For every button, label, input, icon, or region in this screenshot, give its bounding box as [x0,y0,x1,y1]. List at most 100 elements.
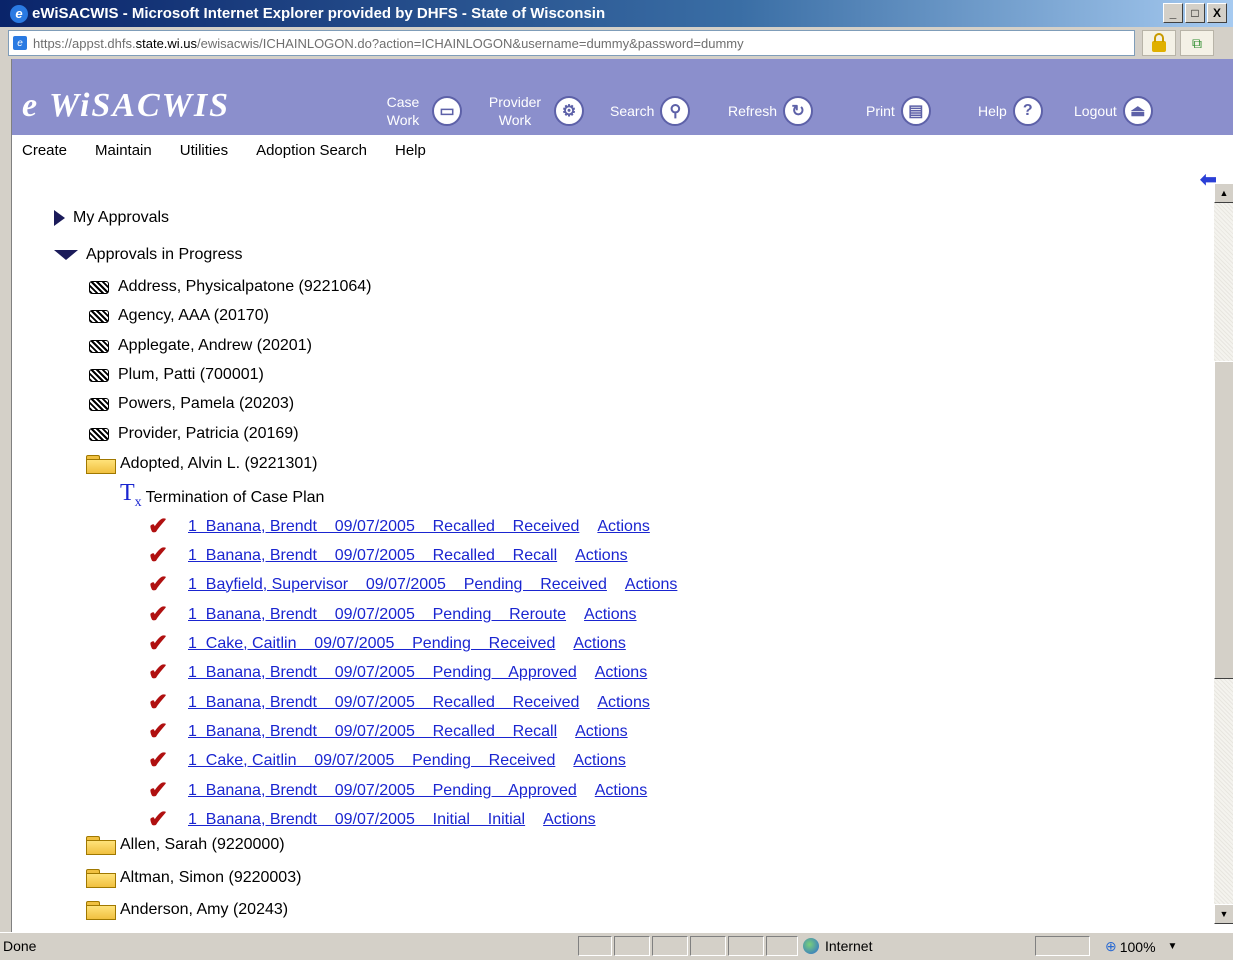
approval-row: ✔ 1 Banana, Brendt 09/07/2005 Initial Ini… [148,805,596,834]
approval-link[interactable]: 1 Banana, Brendt 09/07/2005 Pending Rero… [188,606,566,624]
search-button[interactable]: Search ⚲ [610,94,691,128]
approval-link[interactable]: 1 Banana, Brendt 09/07/2005 Initial Init… [188,811,525,829]
url-prefix: https://appst.dhfs. [33,35,136,51]
maximize-button[interactable]: □ [1185,3,1205,23]
worker-label: Plum, Patti (700001) [118,366,264,383]
collapse-icon[interactable] [54,250,78,260]
approval-link[interactable]: 1 Banana, Brendt 09/07/2005 Recalled Rec… [188,518,579,536]
actions-link[interactable]: Actions [625,576,677,594]
plan-node[interactable]: Tx Termination of Case Plan [120,480,325,513]
approval-row: ✔ 1 Cake, Caitlin 09/07/2005 Pending Rece… [148,746,626,775]
approval-link[interactable]: 1 Banana, Brendt 09/07/2005 Pending Appr… [188,782,577,800]
zoom-control[interactable]: ⊕ 100% ▼ [1105,938,1177,955]
help-button[interactable]: Help ? [978,94,1043,128]
refresh-button[interactable]: Refresh ↻ [728,94,814,128]
handshake-icon [88,306,110,326]
checkmark-icon: ✔ [148,777,169,804]
app-header: e WiSACWIS Case Work ▭ Provider Work ⚙ S… [12,59,1233,135]
provider-work-button[interactable]: Provider Work ⚙ [482,94,584,128]
minimize-button[interactable]: _ [1163,3,1183,23]
url-field[interactable]: e https://appst.dhfs.state.wi.us/ewisacw… [8,30,1135,56]
tree-node-my-approvals[interactable]: My Approvals [54,209,169,227]
scroll-down-button[interactable]: ▼ [1214,904,1233,924]
compatibility-button[interactable]: ⧉ [1180,30,1214,56]
approval-row: ✔ 1 Banana, Brendt 09/07/2005 Recalled Re… [148,541,628,570]
address-bar: e https://appst.dhfs.state.wi.us/ewisacw… [0,27,1233,59]
checkmark-icon: ✔ [148,659,169,686]
page-icon: e [13,36,27,50]
actions-link[interactable]: Actions [597,518,649,536]
menu-help[interactable]: Help [395,142,426,159]
security-zone[interactable]: Internet [803,938,872,954]
approval-link[interactable]: 1 Banana, Brendt 09/07/2005 Recalled Rec… [188,723,557,741]
approval-link[interactable]: 1 Banana, Brendt 09/07/2005 Recalled Rec… [188,547,557,565]
case-node-open[interactable]: Adopted, Alvin L. (9221301) [86,454,317,474]
approval-link[interactable]: 1 Banana, Brendt 09/07/2005 Recalled Rec… [188,694,579,712]
worker-label: Address, Physicalpatone (9221064) [118,278,372,295]
approval-row: ✔ 1 Banana, Brendt 09/07/2005 Recalled Re… [148,512,650,541]
worker-node[interactable]: Powers, Pamela (20203) [88,394,294,414]
status-bar: Done Internet ⊕ 100% ▼ [0,932,1233,960]
checkmark-icon: ✔ [148,806,169,833]
print-button[interactable]: Print ▤ [866,94,931,128]
menu-adoption-search[interactable]: Adoption Search [256,142,367,159]
case-node[interactable]: Altman, Simon (9220003) [86,868,301,888]
security-lock-button[interactable] [1142,30,1176,56]
menu-bar: Create Maintain Utilities Adoption Searc… [12,135,1233,165]
actions-link[interactable]: Actions [573,635,625,653]
approval-row: ✔ 1 Banana, Brendt 09/07/2005 Pending App… [148,658,647,687]
page-content: e WiSACWIS Case Work ▭ Provider Work ⚙ S… [11,59,1233,932]
help-icon: ? [1012,96,1043,126]
scroll-up-button[interactable]: ▲ [1214,183,1233,203]
termination-icon: Tx [120,480,142,510]
zoom-icon: ⊕ [1105,938,1117,954]
approval-row: ✔ 1 Banana, Brendt 09/07/2005 Recalled Re… [148,717,628,746]
actions-link[interactable]: Actions [575,547,627,565]
refresh-icon: ↻ [783,96,814,126]
scroll-thumb[interactable] [1214,361,1233,679]
close-button[interactable]: X [1207,3,1227,23]
case-node[interactable]: Allen, Sarah (9220000) [86,835,285,855]
worker-node[interactable]: Applegate, Andrew (20201) [88,336,312,356]
handshake-icon [88,277,110,297]
actions-link[interactable]: Actions [595,782,647,800]
worker-node[interactable]: Plum, Patti (700001) [88,365,264,385]
zoom-level: 100% [1119,938,1156,955]
worker-node[interactable]: Agency, AAA (20170) [88,306,269,326]
case-node[interactable]: Anderson, Amy (20243) [86,900,288,920]
approval-link[interactable]: 1 Cake, Caitlin 09/07/2005 Pending Recei… [188,635,555,653]
case-work-button[interactable]: Case Work ▭ [380,94,462,128]
actions-link[interactable]: Actions [543,811,595,829]
logout-button[interactable]: Logout ⏏ [1074,94,1153,128]
menu-utilities[interactable]: Utilities [180,142,228,159]
expand-icon[interactable] [54,210,65,226]
actions-link[interactable]: Actions [573,752,625,770]
worker-label: Powers, Pamela (20203) [118,395,295,412]
vertical-scrollbar[interactable]: ▲ ▼ [1214,183,1233,924]
case-work-label: Case Work [386,94,420,128]
handshake-icon [88,365,110,385]
status-panel [614,936,650,956]
tree-node-approvals-in-progress[interactable]: Approvals in Progress [54,246,243,264]
handshake-icon [88,424,110,444]
actions-link[interactable]: Actions [584,606,636,624]
print-label: Print [866,103,895,119]
plan-label: Termination of Case Plan [145,488,325,506]
checkmark-icon: ✔ [148,689,169,716]
approval-link[interactable]: 1 Cake, Caitlin 09/07/2005 Pending Recei… [188,752,555,770]
worker-node[interactable]: Address, Physicalpatone (9221064) [88,277,372,297]
worker-node[interactable]: Provider, Patricia (20169) [88,424,299,444]
approval-link[interactable]: 1 Banana, Brendt 09/07/2005 Pending Appr… [188,664,577,682]
menu-maintain[interactable]: Maintain [95,142,152,159]
actions-link[interactable]: Actions [575,723,627,741]
approval-row: ✔ 1 Banana, Brendt 09/07/2005 Recalled Re… [148,688,650,717]
approval-link[interactable]: 1 Bayfield, Supervisor 09/07/2005 Pendin… [188,576,607,594]
search-icon: ⚲ [660,96,691,126]
actions-link[interactable]: Actions [595,664,647,682]
provider-work-label: Provider Work [488,94,542,128]
menu-create[interactable]: Create [22,142,67,159]
worker-label: Agency, AAA (20170) [118,307,269,324]
protected-mode-panel[interactable] [1035,936,1090,956]
checkmark-icon: ✔ [148,542,169,569]
actions-link[interactable]: Actions [597,694,649,712]
